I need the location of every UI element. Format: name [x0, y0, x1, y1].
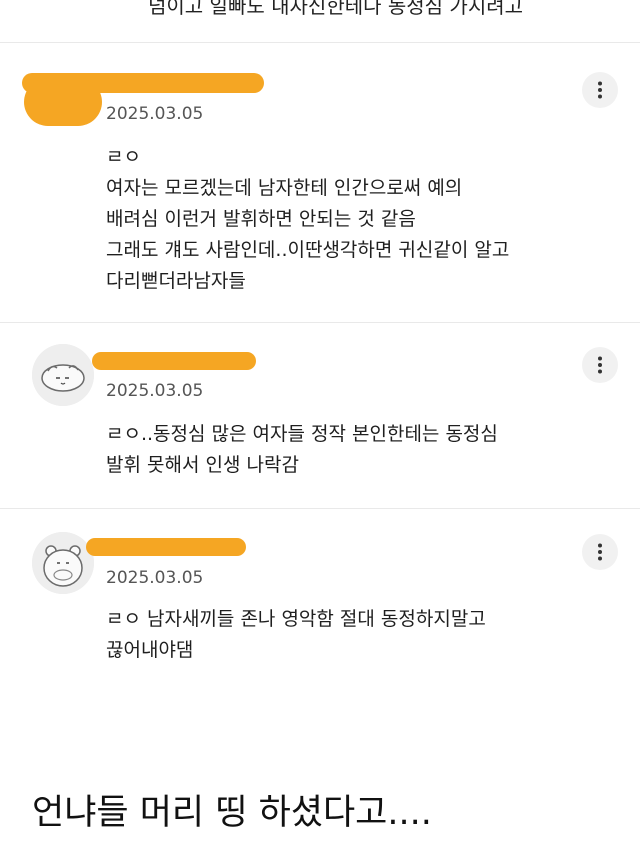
more-options-button[interactable]: [582, 347, 618, 383]
avatar: [32, 344, 94, 406]
divider: [0, 42, 640, 43]
vertical-dots-icon: [598, 543, 602, 561]
divider: [0, 322, 640, 323]
comment-date: 2025.03.05: [106, 568, 204, 588]
hippo-avatar-icon: [32, 532, 94, 594]
caption-text: 언냐들 머리 띵 하셨다고....: [32, 793, 432, 833]
comment-date: 2025.03.05: [106, 104, 204, 124]
comment-text: ㄹㅇ..동정심 많은 여자들 정작 본인한테는 동정심 발휘 못해서 인생 나락…: [106, 423, 498, 476]
redacted-avatar: [24, 78, 102, 126]
vertical-dots-icon: [598, 356, 602, 374]
sleeping-creature-avatar-icon: [32, 344, 94, 406]
vertical-dots-icon: [598, 81, 602, 99]
more-options-button[interactable]: [582, 72, 618, 108]
redacted-username: [92, 352, 256, 370]
avatar: [32, 532, 94, 594]
truncated-previous-comment: 넘이고 일빠도 내자신한테나 동정심 가지려고: [148, 0, 524, 18]
divider: [0, 508, 640, 509]
comment-screenshot: 넘이고 일빠도 내자신한테나 동정심 가지려고 2025.03.05 ㄹㅇ 여자…: [0, 0, 640, 867]
redacted-username: [86, 538, 246, 556]
comment-text: ㄹㅇ 여자는 모르겠는데 남자한테 인간으로써 예의 배려심 이런거 발휘하면 …: [106, 146, 510, 292]
more-options-button[interactable]: [582, 534, 618, 570]
comment-text: ㄹㅇ 남자새끼들 존나 영악함 절대 동정하지말고 끊어내야댐: [106, 608, 486, 661]
comment-date: 2025.03.05: [106, 381, 204, 401]
